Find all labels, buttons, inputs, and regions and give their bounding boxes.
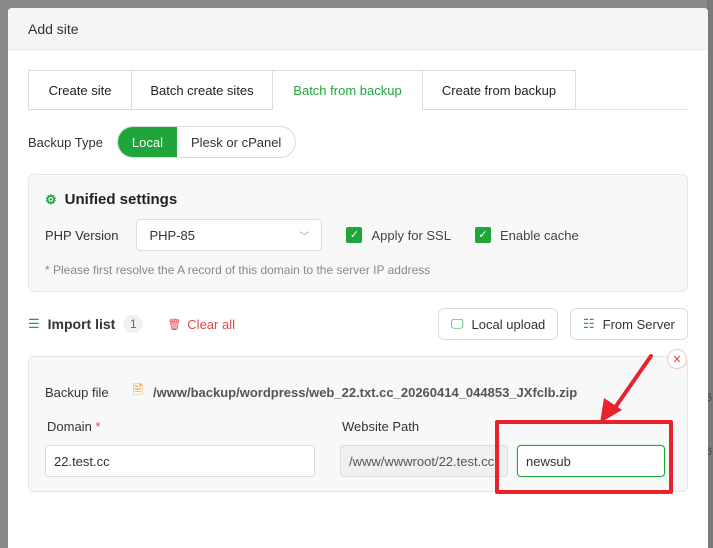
tab-create-from-backup[interactable]: Create from backup <box>422 70 576 110</box>
import-count-badge: 1 <box>123 315 144 333</box>
import-list-title: Import list <box>47 316 116 332</box>
backup-file-label: Backup file <box>45 384 109 400</box>
import-list-header: ☰ Import list 1 🗑 Clear all 🖵 Local uplo… <box>28 308 688 340</box>
tab-batch-from-backup[interactable]: Batch from backup <box>272 70 422 110</box>
modal-title: Add site <box>28 20 79 37</box>
trash-icon: 🗑 <box>167 318 182 331</box>
apply-ssl-checkbox[interactable]: ✓ Apply for SSL <box>346 227 451 243</box>
backup-file-path: /www/backup/wordpress/web_22.txt.cc_2026… <box>153 384 578 400</box>
apply-ssl-label: Apply for SSL <box>371 227 451 243</box>
php-version-select[interactable]: PHP-85 ﹀ <box>136 219 323 251</box>
php-version-value: PHP-85 <box>149 227 195 243</box>
website-path-label: Website Path <box>342 419 420 434</box>
php-version-label: PHP Version <box>45 227 119 243</box>
close-icon[interactable]: ✕ <box>667 349 687 369</box>
enable-cache-checkbox[interactable]: ✓ Enable cache <box>474 227 579 243</box>
domain-label: Domain * <box>47 419 100 434</box>
clear-all-button[interactable]: 🗑 Clear all <box>167 317 235 332</box>
backup-type-toggle: Local Plesk or cPanel <box>116 126 297 158</box>
server-icon: ☷ <box>583 316 595 331</box>
enable-cache-label: Enable cache <box>499 227 579 243</box>
gear-icon: ⚙ <box>45 191 57 207</box>
unified-settings-panel: ⚙ Unified settings PHP Version PHP-85 ﹀ … <box>28 174 688 292</box>
dns-hint: * Please first resolve the A record of t… <box>45 263 431 277</box>
website-path-input: /www/wwwroot/22.test.cc <box>340 445 508 477</box>
unified-settings-label: Unified settings <box>64 191 178 208</box>
tab-batch-create-sites[interactable]: Batch create sites <box>131 70 272 110</box>
domain-input[interactable]: 22.test.cc <box>45 445 315 477</box>
backup-type-label: Backup Type <box>28 134 103 150</box>
domain-label-text: Domain <box>47 419 92 434</box>
backup-type-plesk-cpanel[interactable]: Plesk or cPanel <box>177 127 295 157</box>
check-icon: ✓ <box>474 227 491 243</box>
file-icon: 🗎 <box>132 382 144 397</box>
required-mark: * <box>95 419 101 434</box>
php-version-row: PHP Version PHP-85 ﹀ ✓ Apply for SSL ✓ E… <box>45 219 579 251</box>
annotation-highlight-box <box>495 420 673 494</box>
local-upload-label: Local upload <box>471 316 546 332</box>
tabs-divider <box>575 109 688 110</box>
modal-header: Add site <box>8 8 708 50</box>
local-upload-button[interactable]: 🖵 Local upload <box>438 308 559 340</box>
clear-all-label: Clear all <box>187 316 235 332</box>
tab-bar: Create site Batch create sites Batch fro… <box>28 70 576 110</box>
backup-type-row: Backup Type Local Plesk or cPanel <box>28 126 297 158</box>
monitor-icon: 🖵 <box>451 316 464 331</box>
tab-create-site[interactable]: Create site <box>28 70 131 110</box>
from-server-button[interactable]: ☷ From Server <box>570 308 688 340</box>
from-server-label: From Server <box>602 316 675 332</box>
backup-type-local[interactable]: Local <box>117 127 177 157</box>
check-icon: ✓ <box>346 227 363 243</box>
list-icon: ☰ <box>28 316 40 331</box>
backup-file-row: Backup file 🗎 /www/backup/wordpress/web_… <box>45 381 577 403</box>
chevron-down-icon: ﹀ <box>299 231 310 243</box>
unified-settings-title: ⚙ Unified settings <box>45 191 177 208</box>
